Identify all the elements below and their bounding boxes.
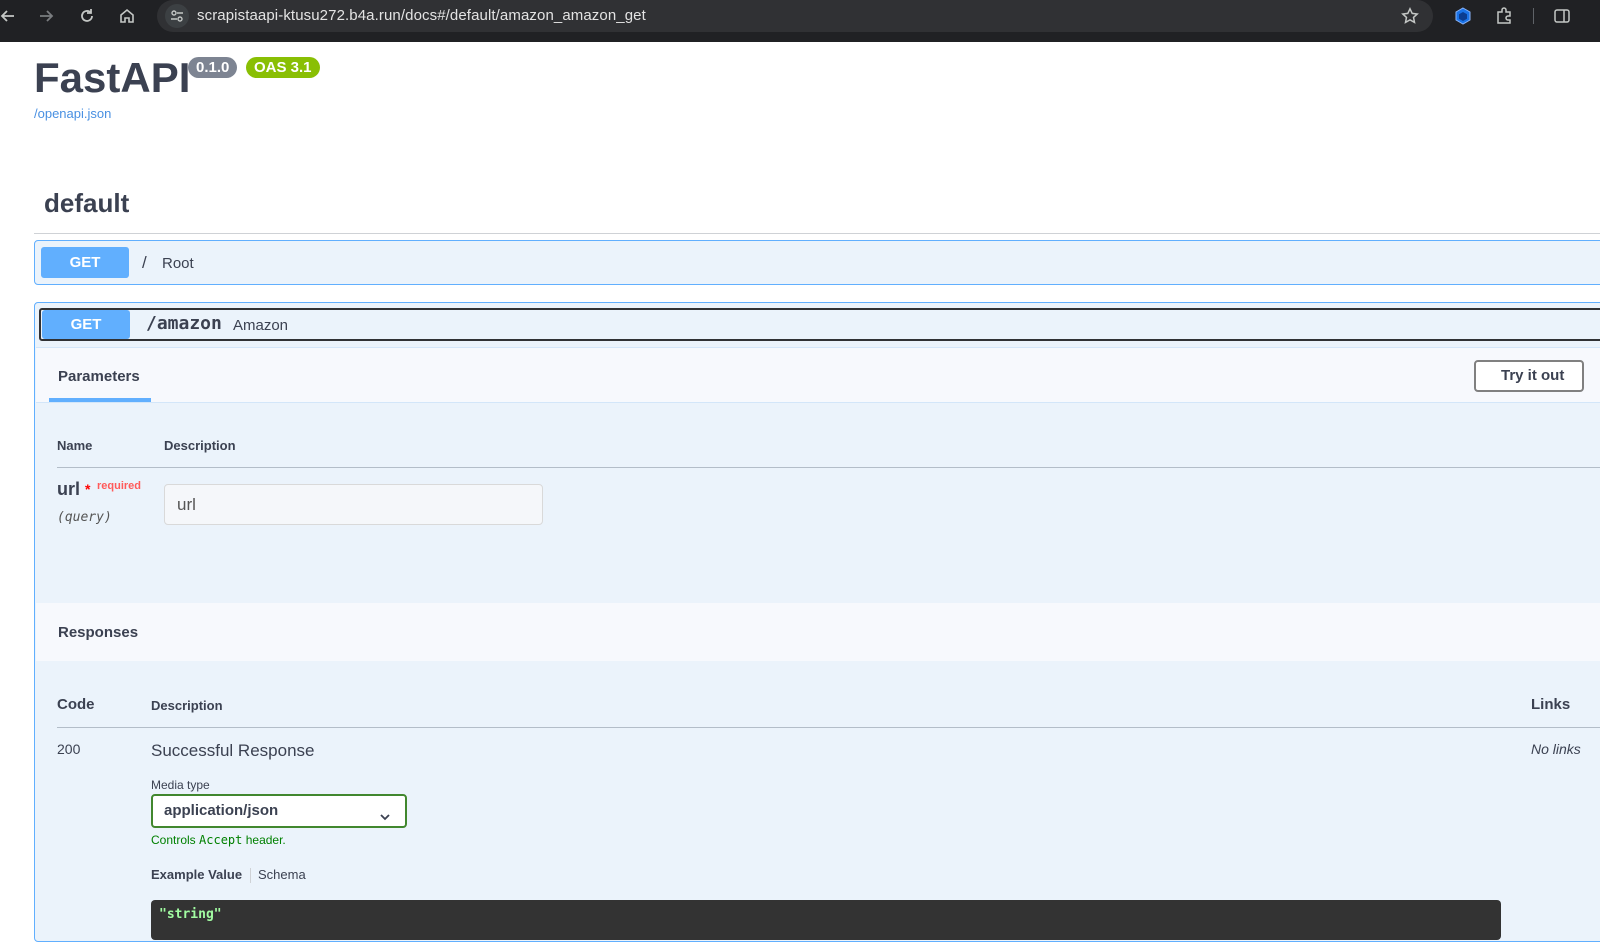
controls-suffix: header.	[242, 833, 286, 847]
responses-header: Responses	[36, 603, 1600, 661]
param-location: (query)	[57, 510, 112, 525]
openapi-json-link[interactable]: /openapi.json	[34, 106, 111, 121]
version-badge: 0.1.0	[188, 57, 238, 78]
method-badge-get: GET	[42, 310, 130, 339]
operation-summary: Amazon	[233, 317, 289, 334]
col-response-description-header: Description	[151, 698, 223, 713]
media-type-value: application/json	[164, 802, 279, 819]
extension-cube-icon[interactable]	[1447, 0, 1479, 32]
operation-path: /	[142, 253, 147, 272]
media-type-select[interactable]: application/json	[151, 794, 407, 828]
api-title: FastAPI	[34, 54, 191, 101]
response-code: 200	[57, 741, 81, 757]
site-info-icon[interactable]	[165, 4, 189, 28]
address-bar[interactable]: scrapistaapi-ktusu272.b4a.run/docs#/defa…	[157, 0, 1433, 32]
home-icon[interactable]	[111, 0, 143, 32]
example-value-text: "string"	[159, 907, 222, 922]
opblock-summary-amazon[interactable]: GET /amazon Amazon	[39, 308, 1600, 341]
opblock-get-root[interactable]: GET / Root	[34, 240, 1600, 285]
response-description: Successful Response	[151, 741, 315, 760]
controls-code: Accept	[199, 833, 243, 847]
opblock-get-amazon: GET /amazon Amazon Parameters Try it out…	[34, 302, 1600, 942]
col-description-header: Description	[164, 438, 236, 453]
responses-table-divider	[57, 727, 1600, 728]
reload-icon[interactable]	[71, 0, 103, 32]
tag-default-header[interactable]: default	[44, 188, 129, 219]
chevron-down-icon	[379, 804, 391, 834]
parameters-header: Parameters Try it out	[36, 347, 1600, 403]
toolbar-divider	[1533, 8, 1534, 24]
example-code-block: "string"	[151, 900, 1501, 940]
tab-schema[interactable]: Schema	[258, 867, 306, 882]
url-text: scrapistaapi-ktusu272.b4a.run/docs#/defa…	[197, 7, 646, 24]
media-type-label: Media type	[151, 778, 210, 792]
response-links: No links	[1531, 741, 1581, 757]
responses-title: Responses	[58, 624, 139, 641]
forward-icon[interactable]	[30, 0, 62, 32]
col-links-header: Links	[1531, 696, 1571, 713]
param-name: url	[57, 479, 81, 499]
back-icon[interactable]	[0, 0, 24, 32]
tag-divider	[34, 233, 1600, 234]
controls-accept-note: Controls Accept header.	[151, 833, 286, 847]
params-table-divider	[57, 467, 1600, 468]
browser-toolbar: scrapistaapi-ktusu272.b4a.run/docs#/defa…	[0, 0, 1600, 42]
controls-prefix: Controls	[151, 833, 200, 847]
method-badge-get: GET	[41, 247, 129, 278]
col-code-header: Code	[57, 696, 95, 713]
puzzle-icon[interactable]	[1488, 0, 1520, 32]
operation-path: /amazon	[146, 313, 222, 334]
tab-parameters[interactable]: Parameters	[58, 368, 140, 385]
bookmark-star-icon[interactable]	[1401, 0, 1419, 32]
tab-separator	[250, 868, 251, 883]
try-it-out-button[interactable]: Try it out	[1474, 360, 1584, 392]
side-panel-icon[interactable]	[1546, 0, 1578, 32]
oas-badge: OAS 3.1	[246, 57, 320, 78]
tab-active-indicator	[49, 398, 151, 402]
required-star: *	[85, 481, 91, 497]
col-name-header: Name	[57, 438, 93, 453]
required-label: required	[97, 480, 142, 492]
operation-summary: Root	[162, 255, 194, 272]
url-param-input[interactable]: url	[164, 484, 543, 525]
tab-example-value[interactable]: Example Value	[151, 867, 242, 882]
